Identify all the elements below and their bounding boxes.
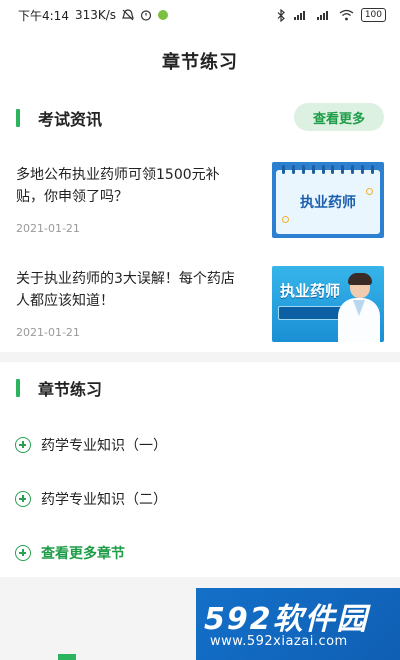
alarm-icon xyxy=(140,9,152,21)
status-right: 100 xyxy=(277,8,386,22)
practice-section-header: 章节练习 xyxy=(0,362,400,414)
watermark-brand: 592软件园 xyxy=(204,602,369,637)
news-section-header: 考试资讯 查看更多 xyxy=(0,92,400,144)
news-title: 关于执业药师的3大误解！每个药店人都应该知道！ xyxy=(16,271,235,309)
status-left: 下午4:14 313K/s xyxy=(18,7,169,24)
practice-item[interactable]: 药学专业知识（二） xyxy=(0,472,400,526)
notebook-rings xyxy=(278,165,378,175)
practice-item[interactable]: 药学专业知识（一） xyxy=(0,418,400,472)
view-more-chapters-label: 查看更多章节 xyxy=(41,546,125,562)
news-title: 多地公布执业药师可领1500元补贴，你申领了吗？ xyxy=(16,167,220,205)
bottom-tab-indicator xyxy=(58,654,76,660)
watermark-url: www.592xiazai.com xyxy=(210,634,348,649)
news-date: 2021-01-21 xyxy=(16,222,80,235)
top-header: 章节练习 xyxy=(0,30,400,92)
decoration-circle-icon xyxy=(282,216,289,223)
news-section: 考试资讯 查看更多 多地公布执业药师可领1500元补贴，你申领了吗？ 2021-… xyxy=(0,92,400,352)
practice-item-label: 药学专业知识（一） xyxy=(41,438,167,454)
expand-plus-icon xyxy=(15,437,31,453)
app-notification-icon xyxy=(158,10,169,20)
news-thumbnail[interactable]: 执业药师 xyxy=(272,266,384,342)
news-item[interactable]: 关于执业药师的3大误解！每个药店人都应该知道！ 2021-01-21 执业药师 xyxy=(0,254,400,354)
practice-section-title: 章节练习 xyxy=(38,380,103,399)
wifi-icon xyxy=(339,9,354,21)
practice-item-label: 药学专业知识（二） xyxy=(41,492,167,508)
status-bar: 下午4:14 313K/s 100 xyxy=(0,0,400,30)
lightbulb-icon xyxy=(366,188,373,195)
section-accent-bar xyxy=(16,379,20,397)
do-not-disturb-icon xyxy=(122,9,134,21)
news-item[interactable]: 多地公布执业药师可领1500元补贴，你申领了吗？ 2021-01-21 执业药师 xyxy=(0,150,400,250)
view-more-chapters-button[interactable]: 查看更多章节 xyxy=(0,526,400,580)
signal-2-icon xyxy=(316,9,332,21)
status-speed: 313K/s xyxy=(74,8,117,22)
thumbnail-text: 执业药师 xyxy=(300,195,356,211)
thumbnail-text: 执业药师 xyxy=(280,282,341,300)
page-title: 章节练习 xyxy=(162,52,238,73)
site-watermark: 592软件园 www.592xiazai.com xyxy=(196,588,400,660)
expand-plus-icon xyxy=(15,545,31,561)
news-date: 2021-01-21 xyxy=(16,326,80,339)
signal-icon xyxy=(293,9,309,21)
news-thumbnail[interactable]: 执业药师 xyxy=(272,162,384,238)
practice-section: 章节练习 药学专业知识（一） 药学专业知识（二） 查看更多章节 xyxy=(0,362,400,577)
section-accent-bar xyxy=(16,109,20,127)
pharmacist-hair xyxy=(348,273,372,285)
bluetooth-icon xyxy=(277,8,286,22)
expand-plus-icon xyxy=(15,491,31,507)
battery-icon: 100 xyxy=(360,8,386,22)
status-time: 下午4:14 xyxy=(18,8,69,23)
news-section-title: 考试资讯 xyxy=(38,110,103,129)
view-more-news-button[interactable]: 查看更多 xyxy=(294,103,384,131)
